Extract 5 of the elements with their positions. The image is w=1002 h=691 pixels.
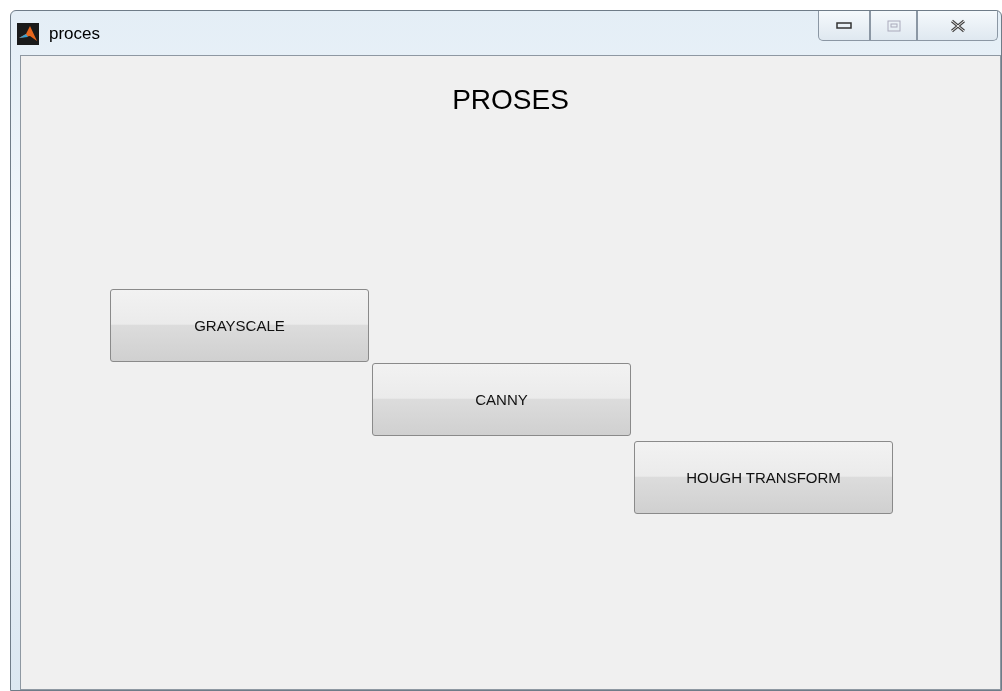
window-title: proces [49,24,101,44]
process-button[interactable]: HOUGH TRANSFORM [634,441,893,514]
heading: PROSES [451,84,570,116]
process-button[interactable]: GRAYSCALE [110,289,369,362]
process-button[interactable]: CANNY [372,363,631,436]
